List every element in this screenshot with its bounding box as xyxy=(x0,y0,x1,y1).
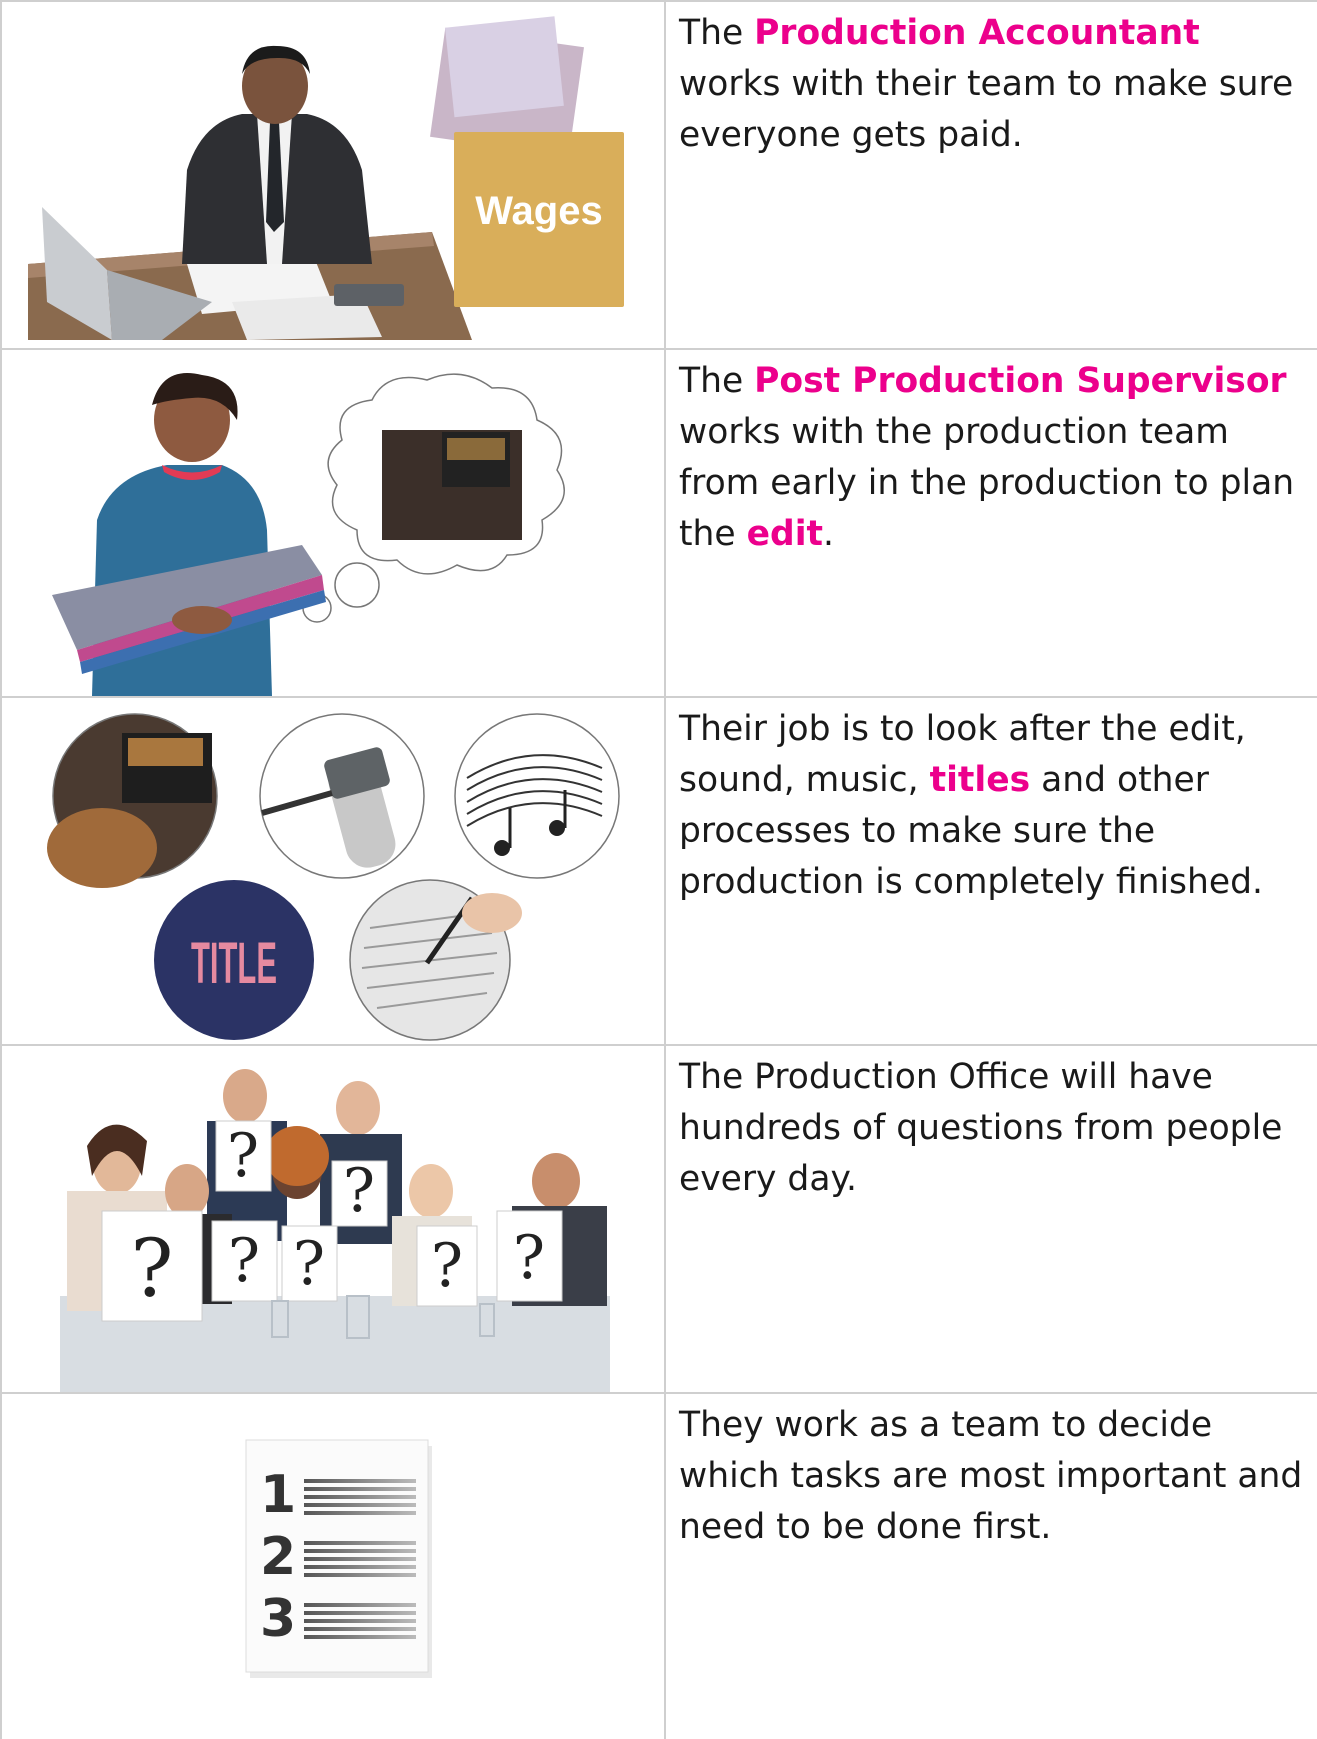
row-text: They work as a team to decide which task… xyxy=(679,1400,1309,1553)
numbered-list-image: 1 2 3 xyxy=(2,1394,664,1739)
row-text: The Post Production Supervisor works wit… xyxy=(679,356,1309,560)
accountant-image: Wages xyxy=(2,2,664,348)
question-mark: ? xyxy=(513,1223,545,1293)
highlighted-term: Post Production Supervisor xyxy=(754,361,1287,401)
post-production-icons: TITLE xyxy=(2,698,664,1044)
list-number: 2 xyxy=(260,1527,296,1587)
supervisor-image xyxy=(2,350,664,696)
row-text: The Production Accountant works with the… xyxy=(679,8,1309,161)
text-segment: The xyxy=(679,13,755,53)
envelope-label: Wages xyxy=(475,189,602,233)
question-mark: ? xyxy=(343,1156,375,1226)
list-number: 1 xyxy=(260,1465,296,1525)
text-segment: works with their team to make sure every… xyxy=(679,64,1294,155)
table-row: The Post Production Supervisor works wit… xyxy=(0,348,1317,696)
table-row: ? ? ? ? ? ? ? The Production Office will… xyxy=(0,1044,1317,1392)
highlighted-term: titles xyxy=(929,760,1031,800)
row-text: Their job is to look after the edit, sou… xyxy=(679,704,1309,908)
highlighted-term: edit xyxy=(746,514,824,554)
text-segment: The Production Office will have hundreds… xyxy=(679,1057,1283,1199)
document-page: Wages The Production Accountant works wi… xyxy=(0,0,1317,1739)
text-segment: They work as a team to decide which task… xyxy=(679,1405,1303,1547)
table-row: 1 2 3 They work as a team to decide whic… xyxy=(0,1392,1317,1739)
title-label: TITLE xyxy=(191,931,277,996)
question-mark: ? xyxy=(131,1222,174,1315)
people-questions-image: ? ? ? ? ? ? ? xyxy=(2,1046,664,1392)
question-mark: ? xyxy=(228,1226,260,1296)
text-segment: The xyxy=(679,361,755,401)
highlighted-term: Production Accountant xyxy=(754,13,1200,53)
table-row: Wages The Production Accountant works wi… xyxy=(0,0,1317,348)
question-mark: ? xyxy=(293,1229,325,1299)
table-row: TITLE Their job is to look after the edi… xyxy=(0,696,1317,1044)
question-mark: ? xyxy=(431,1231,463,1301)
list-number: 3 xyxy=(260,1589,296,1649)
text-segment: . xyxy=(823,514,834,554)
question-mark: ? xyxy=(227,1121,259,1191)
row-text: The Production Office will have hundreds… xyxy=(679,1052,1309,1205)
